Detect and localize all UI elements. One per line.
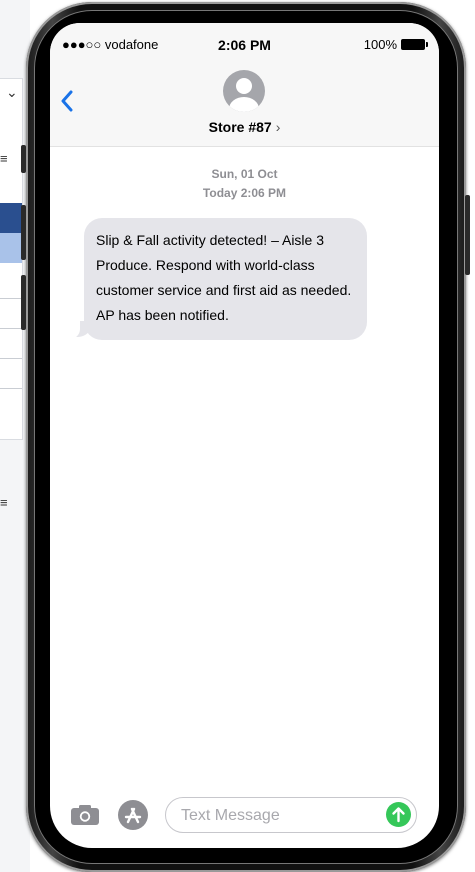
- contact-name-button[interactable]: Store #87 ›: [50, 119, 439, 135]
- messages-screen: ●●●○○ vodafone 2:06 PM 100% Store #87 › S…: [50, 23, 439, 848]
- menu-icon: ≡: [0, 495, 8, 510]
- volume-up-button: [21, 205, 26, 260]
- battery-status: 100%: [363, 37, 428, 52]
- chevron-left-icon: [61, 90, 73, 112]
- divider: [0, 328, 22, 329]
- background-row-selected: [0, 203, 22, 233]
- power-button: [465, 195, 470, 275]
- camera-icon: [71, 805, 99, 825]
- chevron-right-icon: ›: [275, 119, 281, 135]
- avatar-body: [229, 97, 259, 112]
- messages-header: ●●●○○ vodafone 2:06 PM 100% Store #87 ›: [50, 23, 439, 147]
- contact-name: Store #87: [208, 119, 272, 135]
- divider: [0, 358, 22, 359]
- mute-switch: [21, 145, 26, 173]
- chevron-down-icon: ⌄: [6, 84, 18, 100]
- back-button[interactable]: [60, 89, 74, 117]
- divider: [0, 298, 22, 299]
- app-store-button[interactable]: [118, 800, 148, 830]
- contact-avatar[interactable]: [223, 70, 265, 112]
- background-row-highlight: [0, 233, 22, 263]
- volume-down-button: [21, 275, 26, 330]
- message-composer: [50, 788, 439, 848]
- message-input[interactable]: [179, 804, 383, 828]
- app-store-icon: [124, 807, 142, 824]
- menu-icon: ≡: [0, 151, 8, 166]
- thread-date: Sun, 01 Oct: [211, 167, 278, 181]
- battery-percent: 100%: [363, 37, 397, 52]
- battery-icon: [401, 39, 428, 50]
- incoming-message-bubble: Slip & Fall activity detected! – Aisle 3…: [84, 218, 367, 340]
- avatar-head: [236, 78, 252, 94]
- camera-button[interactable]: [70, 804, 100, 826]
- divider: [0, 388, 22, 389]
- send-arrow-icon: [392, 807, 405, 823]
- thread-time: Today 2:06 PM: [202, 186, 287, 200]
- message-input-container: [165, 797, 417, 833]
- send-button[interactable]: [386, 802, 411, 827]
